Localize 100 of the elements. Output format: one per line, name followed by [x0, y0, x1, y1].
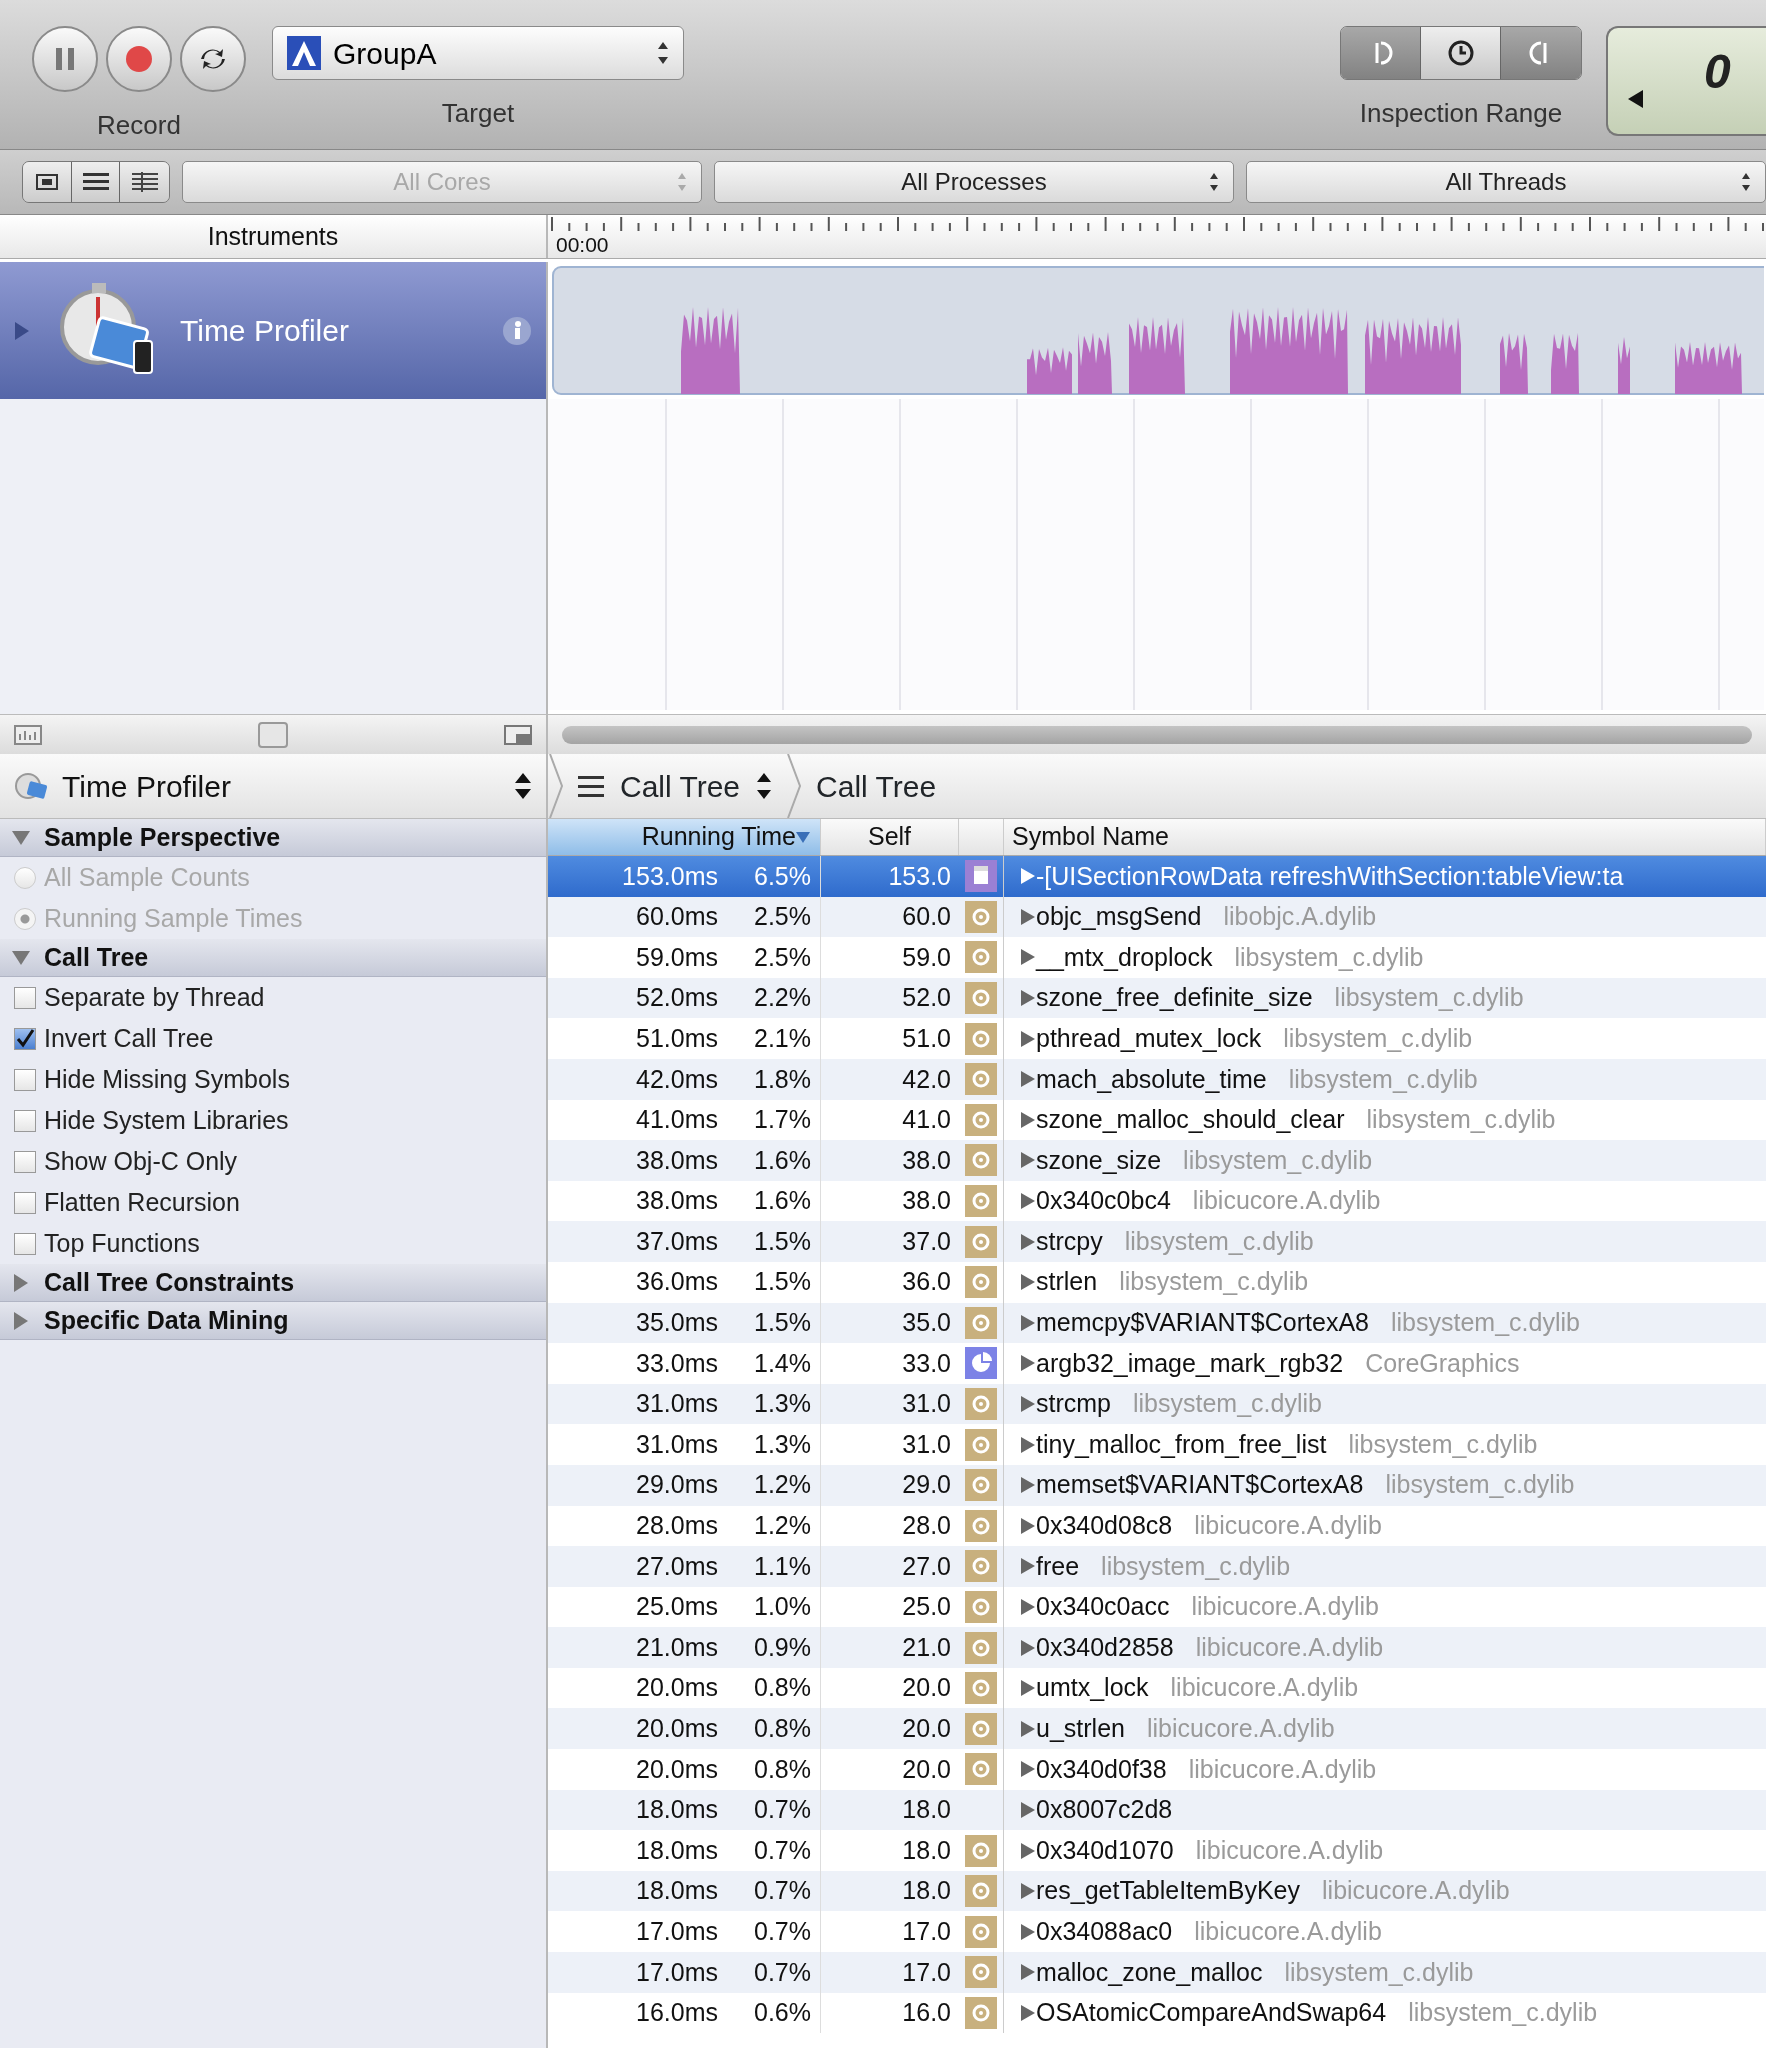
table-row[interactable]: 153.0ms 6.5% 153.0 -[UISectionRowData refreshWithSection:tableView:ta [548, 856, 1766, 897]
checkbox[interactable] [14, 1150, 36, 1173]
checkbox[interactable] [14, 1068, 36, 1091]
disclosure-icon[interactable] [1020, 1476, 1036, 1495]
handle-icon[interactable] [258, 721, 288, 748]
table-row[interactable]: 18.0ms 0.7% 18.0 res_getTableItemByKey libicucore.A.dylib [548, 1870, 1766, 1912]
disclosure-icon[interactable] [1020, 1841, 1036, 1860]
disclosure-icon[interactable] [1020, 1232, 1036, 1251]
disclosure-icon[interactable] [1020, 1192, 1036, 1211]
section-header[interactable]: Specific Data Mining [0, 1302, 546, 1340]
self-cell-text: 37.0 [902, 1225, 951, 1257]
disclosure-icon[interactable] [1020, 1638, 1036, 1657]
clock-icon[interactable] [1446, 39, 1475, 67]
column-header[interactable]: Self [821, 819, 959, 855]
breadcrumb[interactable]: Call Tree [816, 763, 937, 809]
self-cell-text: 17.0 [902, 1956, 951, 1988]
time-cell-text: 153.0ms [621, 860, 718, 892]
section-header[interactable]: Call Tree [0, 939, 546, 977]
section-header[interactable]: Sample Perspective [0, 819, 546, 857]
disclosure-icon[interactable] [1020, 1922, 1036, 1941]
percent-cell-text: 1.2% [753, 1469, 811, 1501]
disclosure-icon[interactable] [1020, 1598, 1036, 1616]
gear-icon [965, 1591, 997, 1623]
target-popup[interactable]: GroupA [272, 26, 684, 80]
disclosure-icon[interactable] [1020, 1557, 1036, 1576]
column-header[interactable]: Symbol Name [1004, 819, 1766, 855]
chart-icon[interactable] [14, 724, 42, 745]
time-cell-text: 16.0ms [635, 1997, 718, 2029]
section-header[interactable]: Call Tree Constraints [0, 1264, 546, 1302]
percent-cell-text: 1.3% [753, 1428, 811, 1460]
table-row[interactable]: 36.0ms 1.5% 36.0 strlen libsystem_c.dylib [548, 1261, 1766, 1303]
gear-icon [965, 1103, 997, 1136]
symbol-name: malloc_zone_malloc [1036, 1956, 1263, 1988]
inspection-range-control[interactable] [1340, 26, 1582, 80]
disclosure-icon[interactable] [1020, 1800, 1036, 1819]
table-row[interactable]: 38.0ms 1.6% 38.0 szone_size libsystem_c.dylib [548, 1140, 1766, 1181]
checkbox[interactable] [14, 1027, 36, 1050]
info-icon[interactable] [502, 315, 532, 346]
disclosure-icon[interactable] [1020, 1760, 1036, 1779]
horizontal-scrollbar[interactable] [562, 725, 1752, 744]
table-row[interactable]: 20.0ms 0.8% 20.0 0x340d0f38 libicucore.A.dylib [548, 1749, 1766, 1790]
disclosure-icon[interactable] [1020, 1313, 1036, 1332]
disclosure-icon[interactable] [1020, 867, 1036, 886]
table-row[interactable]: 17.0ms 0.7% 17.0 malloc_zone_malloc libsystem_c.dylib [548, 1952, 1766, 1993]
checkbox[interactable] [14, 1191, 36, 1214]
self-cell-text: 31.0 [902, 1388, 951, 1420]
table-row[interactable]: 35.0ms 1.5% 35.0 memcpy$VARIANT$CortexA8 libsystem_c.dylib [548, 1302, 1766, 1344]
table-row[interactable]: 20.0ms 0.8% 20.0 u_strlen libicucore.A.dylib [548, 1708, 1766, 1750]
checkbox[interactable] [14, 1109, 36, 1132]
disclosure-icon[interactable] [1020, 1070, 1036, 1089]
column-header[interactable]: Running Time [548, 819, 821, 855]
disclosure-icon[interactable] [1020, 1435, 1036, 1454]
table-row[interactable]: 21.0ms 0.9% 21.0 0x340d2858 libicucore.A.dylib [548, 1627, 1766, 1668]
filter-popup[interactable]: All Processes [714, 161, 1234, 203]
filter-popup[interactable]: All Threads [1246, 161, 1766, 203]
table-row[interactable]: 18.0ms 0.7% 18.0 0x340d1070 libicucore.A.dylib [548, 1830, 1766, 1871]
table-row[interactable]: 16.0ms 0.6% 16.0 OSAtomicCompareAndSwap64 libsystem_c.dylib [548, 1992, 1766, 2034]
disclosure-icon[interactable] [1020, 1719, 1036, 1738]
table-row[interactable]: 31.0ms 1.3% 31.0 tiny_malloc_from_free_list libsystem_c.dylib [548, 1424, 1766, 1465]
disclosure-icon[interactable] [1020, 907, 1036, 926]
disclosure-icon[interactable] [1020, 948, 1036, 967]
library-name: CoreGraphics [1365, 1347, 1520, 1379]
disclosure-icon[interactable] [1020, 1110, 1036, 1129]
disclosure-icon[interactable] [1020, 1516, 1036, 1535]
disclosure-icon[interactable] [1020, 2003, 1036, 2022]
disclosure-icon[interactable] [1020, 1679, 1036, 1698]
disclosure-icon[interactable] [1020, 1151, 1036, 1170]
stepper-icon [677, 172, 687, 192]
view-mode-button[interactable] [23, 162, 72, 202]
disclosure-icon[interactable] [1020, 1354, 1036, 1373]
disclosure-icon[interactable] [1020, 1963, 1036, 1982]
disclosure-icon [12, 1273, 30, 1292]
stepper-icon[interactable] [514, 772, 532, 800]
instrument-track[interactable]: Time Profiler [0, 262, 546, 399]
table-row[interactable]: 27.0ms 1.1% 27.0 free libsystem_c.dylib [548, 1546, 1766, 1587]
table-row[interactable]: 60.0ms 2.5% 60.0 objc_msgSend libobjc.A.dylib [548, 896, 1766, 938]
detail-view-button[interactable] [120, 162, 169, 202]
table-row[interactable]: 18.0ms 0.7% 18.0 0x8007c2d8 [548, 1789, 1766, 1831]
disclosure-icon[interactable] [1020, 989, 1036, 1008]
disclosure-icon[interactable] [1020, 1395, 1036, 1413]
view-mode-control[interactable] [22, 161, 170, 203]
checkbox[interactable] [14, 1232, 36, 1255]
table-row[interactable]: 59.0ms 2.5% 59.0 __mtx_droplock libsystem_c.dylib [548, 937, 1766, 978]
table-row[interactable]: 52.0ms 2.2% 52.0 szone_free_definite_size libsystem_c.dylib [548, 977, 1766, 1019]
table-row[interactable]: 51.0ms 2.1% 51.0 pthread_mutex_lock libsystem_c.dylib [548, 1018, 1766, 1059]
percent-cell-text: 0.8% [753, 1672, 811, 1704]
breadcrumb[interactable]: Call Tree [578, 763, 773, 809]
table-row[interactable]: 33.0ms 1.4% 33.0 argb32_image_mark_rgb32 CoreGraphics [548, 1343, 1766, 1384]
inspection-range-label: Inspection Range [1359, 97, 1563, 130]
record-label: Record [97, 109, 181, 142]
panel-icon[interactable] [504, 724, 532, 745]
disclosure-icon[interactable] [1020, 1029, 1036, 1048]
table-row[interactable]: 29.0ms 1.2% 29.0 memset$VARIANT$CortexA8 libsystem_c.dylib [548, 1464, 1766, 1506]
table-row[interactable]: 31.0ms 1.3% 31.0 strcmp libsystem_c.dylib [548, 1383, 1766, 1425]
disclosure-icon[interactable] [1020, 1882, 1036, 1901]
table-row[interactable]: 37.0ms 1.5% 37.0 strcpy libsystem_c.dylib [548, 1221, 1766, 1262]
checkbox[interactable] [14, 986, 36, 1009]
disclosure-icon[interactable] [1020, 1273, 1036, 1292]
table-row[interactable]: 42.0ms 1.8% 42.0 mach_absolute_time libsystem_c.dylib [548, 1058, 1766, 1100]
list-view-button[interactable] [71, 162, 121, 202]
